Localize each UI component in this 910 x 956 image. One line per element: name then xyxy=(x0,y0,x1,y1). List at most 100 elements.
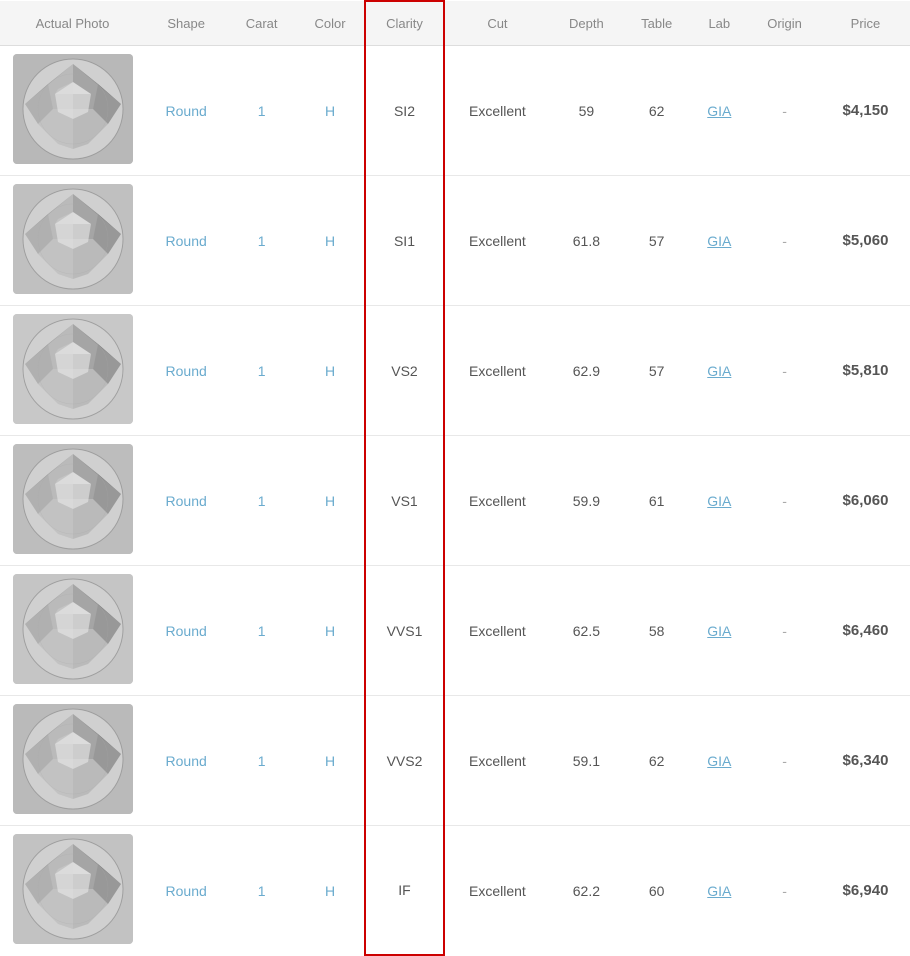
table-row: Round 1 H VVS1 Excellent 62.5 58 GIA - $… xyxy=(0,566,910,696)
cell-lab[interactable]: GIA xyxy=(690,176,748,306)
cell-cut: Excellent xyxy=(444,696,550,826)
cell-photo xyxy=(0,826,145,956)
header-lab: Lab xyxy=(690,1,748,46)
header-photo: Actual Photo xyxy=(0,1,145,46)
cell-origin: - xyxy=(748,436,821,566)
gia-link[interactable]: GIA xyxy=(707,363,731,379)
cell-depth: 62.9 xyxy=(550,306,623,436)
cell-lab[interactable]: GIA xyxy=(690,566,748,696)
cell-table: 57 xyxy=(623,176,691,306)
gia-link[interactable]: GIA xyxy=(707,883,731,899)
diamond-image xyxy=(13,184,133,294)
cell-table: 60 xyxy=(623,826,691,956)
header-clarity: Clarity xyxy=(365,1,444,46)
cell-price: $6,340 xyxy=(821,696,910,826)
diamond-image xyxy=(13,704,133,814)
header-table: Table xyxy=(623,1,691,46)
header-shape: Shape xyxy=(145,1,227,46)
cell-shape: Round xyxy=(145,566,227,696)
cell-price: $6,460 xyxy=(821,566,910,696)
cell-color: H xyxy=(296,176,365,306)
cell-cut: Excellent xyxy=(444,826,550,956)
cell-color: H xyxy=(296,826,365,956)
table-row: Round 1 H SI2 Excellent 59 62 GIA - $4,1… xyxy=(0,46,910,176)
cell-table: 57 xyxy=(623,306,691,436)
gia-link[interactable]: GIA xyxy=(707,753,731,769)
cell-clarity: VVS2 xyxy=(365,696,444,826)
cell-photo xyxy=(0,46,145,176)
cell-table: 58 xyxy=(623,566,691,696)
cell-color: H xyxy=(296,46,365,176)
cell-depth: 62.2 xyxy=(550,826,623,956)
header-depth: Depth xyxy=(550,1,623,46)
cell-carat: 1 xyxy=(227,436,296,566)
diamond-image xyxy=(13,574,133,684)
cell-clarity: VS1 xyxy=(365,436,444,566)
gia-link[interactable]: GIA xyxy=(707,103,731,119)
cell-color: H xyxy=(296,436,365,566)
cell-shape: Round xyxy=(145,306,227,436)
diamond-table-wrapper: Actual Photo Shape Carat Color Clarity C… xyxy=(0,0,910,956)
cell-color: H xyxy=(296,696,365,826)
gia-link[interactable]: GIA xyxy=(707,233,731,249)
cell-lab[interactable]: GIA xyxy=(690,46,748,176)
cell-cut: Excellent xyxy=(444,436,550,566)
header-origin: Origin xyxy=(748,1,821,46)
cell-depth: 59.9 xyxy=(550,436,623,566)
cell-lab[interactable]: GIA xyxy=(690,696,748,826)
cell-shape: Round xyxy=(145,826,227,956)
gia-link[interactable]: GIA xyxy=(707,493,731,509)
cell-shape: Round xyxy=(145,696,227,826)
cell-carat: 1 xyxy=(227,826,296,956)
cell-origin: - xyxy=(748,306,821,436)
cell-price: $6,060 xyxy=(821,436,910,566)
cell-lab[interactable]: GIA xyxy=(690,436,748,566)
table-row: Round 1 H VS2 Excellent 62.9 57 GIA - $5… xyxy=(0,306,910,436)
cell-cut: Excellent xyxy=(444,566,550,696)
cell-photo xyxy=(0,306,145,436)
cell-photo xyxy=(0,566,145,696)
cell-cut: Excellent xyxy=(444,176,550,306)
gia-link[interactable]: GIA xyxy=(707,623,731,639)
cell-lab[interactable]: GIA xyxy=(690,306,748,436)
diamond-image xyxy=(13,54,133,164)
cell-carat: 1 xyxy=(227,306,296,436)
table-row: Round 1 H VS1 Excellent 59.9 61 GIA - $6… xyxy=(0,436,910,566)
cell-clarity: IF xyxy=(365,826,444,956)
cell-shape: Round xyxy=(145,46,227,176)
table-header-row: Actual Photo Shape Carat Color Clarity C… xyxy=(0,1,910,46)
diamond-image xyxy=(13,444,133,554)
cell-cut: Excellent xyxy=(444,306,550,436)
cell-table: 62 xyxy=(623,46,691,176)
diamond-image xyxy=(13,314,133,424)
cell-clarity: SI1 xyxy=(365,176,444,306)
cell-origin: - xyxy=(748,696,821,826)
cell-color: H xyxy=(296,306,365,436)
table-row: Round 1 H IF Excellent 62.2 60 GIA - $6,… xyxy=(0,826,910,956)
cell-price: $5,810 xyxy=(821,306,910,436)
cell-table: 61 xyxy=(623,436,691,566)
cell-depth: 62.5 xyxy=(550,566,623,696)
cell-cut: Excellent xyxy=(444,46,550,176)
cell-clarity: VVS1 xyxy=(365,566,444,696)
cell-carat: 1 xyxy=(227,46,296,176)
table-row: Round 1 H VVS2 Excellent 59.1 62 GIA - $… xyxy=(0,696,910,826)
cell-price: $6,940 xyxy=(821,826,910,956)
cell-depth: 59.1 xyxy=(550,696,623,826)
cell-color: H xyxy=(296,566,365,696)
table-row: Round 1 H SI1 Excellent 61.8 57 GIA - $5… xyxy=(0,176,910,306)
diamond-image xyxy=(13,834,133,944)
header-carat: Carat xyxy=(227,1,296,46)
cell-carat: 1 xyxy=(227,696,296,826)
cell-photo xyxy=(0,436,145,566)
header-cut: Cut xyxy=(444,1,550,46)
cell-lab[interactable]: GIA xyxy=(690,826,748,956)
cell-clarity: SI2 xyxy=(365,46,444,176)
cell-photo xyxy=(0,696,145,826)
cell-clarity: VS2 xyxy=(365,306,444,436)
cell-carat: 1 xyxy=(227,176,296,306)
cell-depth: 59 xyxy=(550,46,623,176)
cell-shape: Round xyxy=(145,176,227,306)
cell-photo xyxy=(0,176,145,306)
header-color: Color xyxy=(296,1,365,46)
